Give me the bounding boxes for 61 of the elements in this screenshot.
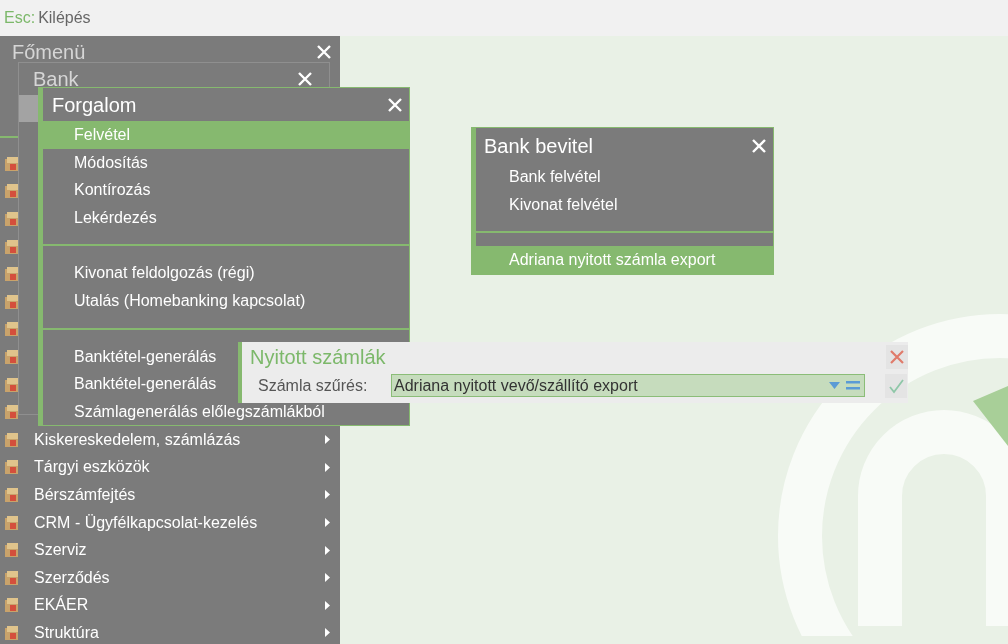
menu-item[interactable]: CRM - Ügyfélkapcsolat-kezelés bbox=[0, 508, 340, 537]
module-icon bbox=[4, 293, 20, 310]
close-icon[interactable] bbox=[316, 44, 332, 60]
menu-item[interactable]: Bank felvétel bbox=[476, 163, 773, 191]
submenu-arrow-icon bbox=[325, 462, 330, 472]
submenu-arrow-icon bbox=[325, 518, 330, 527]
module-icon bbox=[4, 459, 20, 476]
menu-item[interactable]: Szerződés bbox=[0, 563, 340, 592]
equals-icon bbox=[846, 381, 860, 390]
module-icon bbox=[4, 211, 20, 227]
submenu-arrow-icon bbox=[325, 573, 330, 583]
module-icon bbox=[4, 542, 20, 559]
module-icon bbox=[4, 569, 20, 586]
menu-title: Forgalom bbox=[52, 92, 137, 117]
module-icon bbox=[4, 266, 20, 283]
module-icon bbox=[4, 321, 20, 338]
menu-title: Bank bbox=[33, 67, 79, 91]
module-icon bbox=[4, 183, 20, 200]
submenu-arrow-icon bbox=[325, 490, 330, 500]
module-icon bbox=[4, 376, 20, 393]
menu-item[interactable]: Felvétel bbox=[43, 121, 409, 149]
menu-item[interactable]: Módosítás bbox=[43, 148, 409, 177]
module-icon bbox=[4, 155, 20, 172]
module-icon bbox=[4, 238, 20, 255]
menu-item[interactable]: Kiskereskedelem, számlázás bbox=[0, 425, 340, 454]
filter-dropdown[interactable]: Adriana nyitott vevő/szállító export bbox=[391, 374, 865, 397]
submenu-arrow-icon bbox=[325, 628, 330, 638]
menu-item[interactable]: Kivonat feldolgozás (régi) bbox=[43, 259, 409, 287]
shortcut-key: Esc: bbox=[4, 9, 36, 27]
menu-item[interactable]: Szerviz bbox=[0, 536, 340, 564]
field-label: Számla szűrés: bbox=[258, 376, 369, 395]
menu-item[interactable]: Utalás (Homebanking kapcsolat) bbox=[43, 286, 409, 315]
module-icon bbox=[4, 431, 20, 448]
exit-link[interactable]: Kilépés bbox=[38, 9, 91, 27]
caret-icon bbox=[829, 382, 840, 389]
module-icon bbox=[4, 404, 20, 421]
menu-item[interactable]: EKÁER bbox=[0, 591, 340, 620]
submenu-arrow-icon bbox=[325, 545, 330, 555]
module-icon bbox=[4, 514, 20, 531]
menu-title: Bank bevitel bbox=[484, 133, 593, 158]
close-icon[interactable] bbox=[387, 96, 403, 113]
menu-item[interactable]: Lekérdezés bbox=[43, 203, 409, 232]
close-button[interactable] bbox=[886, 345, 908, 369]
module-icon bbox=[4, 348, 20, 365]
menu-item[interactable]: Struktúra bbox=[0, 619, 340, 644]
check-icon bbox=[888, 377, 904, 394]
menu-item[interactable]: Kontírozás bbox=[43, 176, 409, 204]
module-icon bbox=[4, 597, 20, 614]
module-icon bbox=[4, 486, 20, 503]
submenu-arrow-icon bbox=[325, 600, 330, 610]
menu-item[interactable]: Tárgyi eszközök bbox=[0, 453, 340, 482]
dialog-title: Nyitott számlák bbox=[250, 345, 386, 369]
submenu-arrow-icon bbox=[325, 435, 330, 445]
close-icon[interactable] bbox=[751, 137, 767, 154]
close-icon[interactable] bbox=[297, 71, 313, 87]
close-icon bbox=[889, 349, 905, 365]
menu-item[interactable]: Kivonat felvétel bbox=[476, 190, 773, 219]
menu-title: Főmenü bbox=[12, 40, 86, 64]
menu-item[interactable]: Adriana nyitott számla export bbox=[476, 246, 773, 274]
menu-item[interactable]: Bérszámfejtés bbox=[0, 481, 340, 509]
module-icon bbox=[4, 624, 20, 641]
